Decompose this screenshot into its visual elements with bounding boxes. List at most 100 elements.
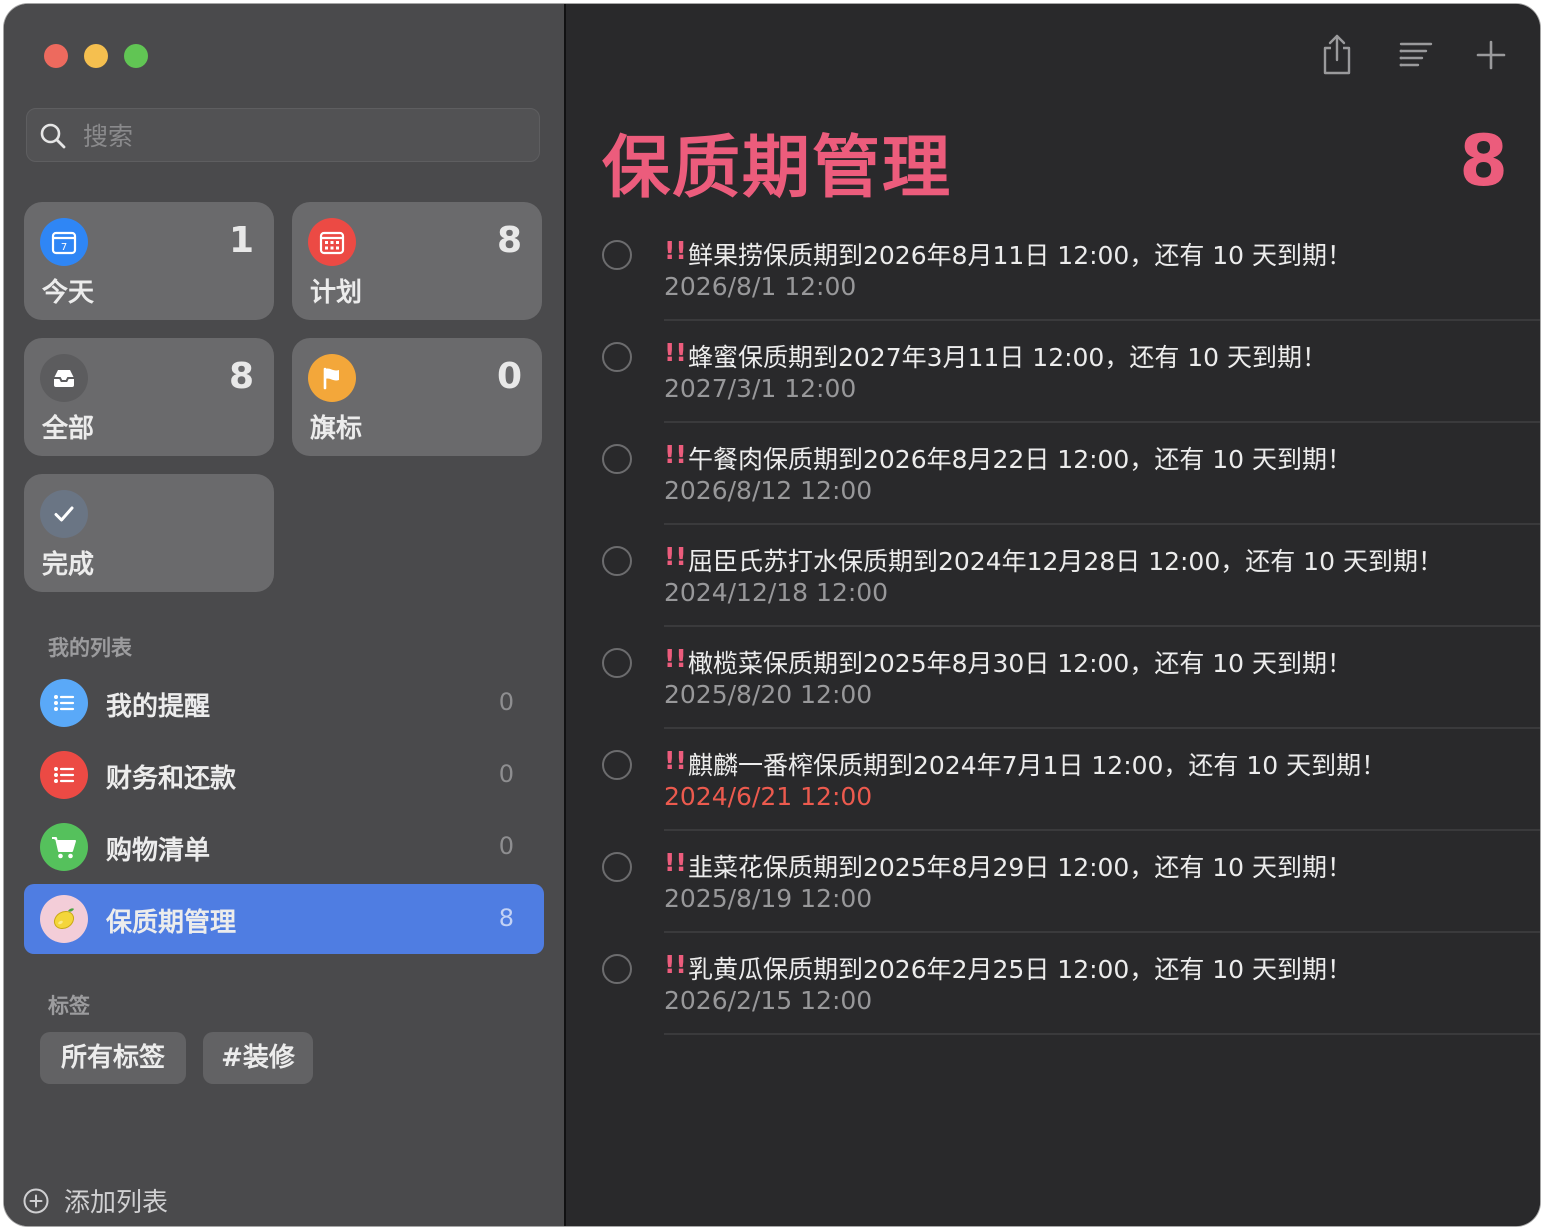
priority-marker: !! [664, 236, 687, 265]
list-label: 购物清单 [106, 836, 211, 866]
reminder-date: 2027/3/1 12:00 [664, 374, 857, 403]
reminder-item[interactable]: !! 麒麟一番榨保质期到2024年7月1日 12:00，还有 10 天到期！ 2… [566, 740, 1540, 842]
reminder-date: 2026/8/12 12:00 [664, 476, 873, 505]
close-button[interactable] [44, 44, 68, 68]
reminder-item[interactable]: !! 韭菜花保质期到2025年8月29日 12:00，还有 10 天到期！ 20… [566, 842, 1540, 944]
list-item-my-reminders[interactable]: 我的提醒 0 [24, 668, 544, 738]
calendar-grid-icon [308, 218, 356, 266]
list-count: 0 [498, 832, 514, 860]
search-box[interactable] [26, 108, 540, 163]
smart-list-today[interactable]: 7 1 今天 [24, 202, 274, 320]
share-button[interactable] [1320, 32, 1354, 80]
row-divider [664, 523, 1540, 525]
page-title: 保质期管理 [602, 129, 953, 208]
complete-checkbox[interactable] [602, 444, 632, 474]
priority-marker: !! [664, 440, 687, 469]
reminder-title[interactable]: 蜂蜜保质期到2027年3月11日 12:00，还有 10 天到期！ [688, 338, 1327, 374]
priority-marker: !! [664, 950, 687, 979]
calendar-icon: 7 [40, 218, 88, 266]
reminder-title[interactable]: 橄榄菜保质期到2025年8月30日 12:00，还有 10 天到期！ [688, 644, 1352, 680]
reminder-date: 2026/2/15 12:00 [664, 986, 873, 1015]
list-label: 保质期管理 [106, 908, 237, 938]
list-count: 0 [498, 688, 514, 716]
reminder-item[interactable]: !! 乳黄瓜保质期到2026年2月25日 12:00，还有 10 天到期！ 20… [566, 944, 1540, 1046]
row-divider [664, 931, 1540, 933]
tags-header: 标签 [48, 994, 90, 1018]
complete-checkbox[interactable] [602, 648, 632, 678]
add-list-label: 添加列表 [64, 1188, 169, 1218]
row-divider [664, 625, 1540, 627]
complete-checkbox[interactable] [602, 342, 632, 372]
reminder-item[interactable]: !! 鲜果捞保质期到2026年8月11日 12:00，还有 10 天到期！ 20… [566, 230, 1540, 332]
list-item-shopping[interactable]: 购物清单 0 [24, 812, 544, 882]
reminder-date: 2026/8/1 12:00 [664, 272, 857, 301]
reminder-title[interactable]: 乳黄瓜保质期到2026年2月25日 12:00，还有 10 天到期！ [688, 950, 1352, 986]
reminder-date: 2025/8/20 12:00 [664, 680, 873, 709]
list-bullet-icon [40, 679, 88, 727]
reminder-date: 2024/12/18 12:00 [664, 578, 889, 607]
list-item-finance[interactable]: 财务和还款 0 [24, 740, 544, 810]
add-reminder-button[interactable] [1474, 38, 1508, 76]
list-count: 8 [498, 904, 514, 932]
plus-icon [1476, 40, 1506, 70]
row-divider [664, 829, 1540, 831]
priority-marker: !! [664, 746, 687, 775]
reminder-title[interactable]: 韭菜花保质期到2025年8月29日 12:00，还有 10 天到期！ [688, 848, 1352, 884]
flagged-count: 0 [496, 356, 522, 397]
list-view-button[interactable] [1398, 40, 1434, 76]
add-list-button[interactable]: 添加列表 [22, 1182, 168, 1219]
row-divider [664, 1033, 1540, 1035]
page-count: 8 [1459, 120, 1508, 202]
reminder-title[interactable]: 鲜果捞保质期到2026年8月11日 12:00，还有 10 天到期！ [688, 236, 1352, 272]
complete-checkbox[interactable] [602, 750, 632, 780]
reminder-date: 2025/8/19 12:00 [664, 884, 873, 913]
main-pane: 保质期管理 8 !! 鲜果捞保质期到2026年8月11日 12:00，还有 10… [566, 4, 1540, 1226]
list-count: 0 [498, 760, 514, 788]
complete-checkbox[interactable] [602, 954, 632, 984]
smart-list-scheduled[interactable]: 8 计划 [292, 202, 542, 320]
cart-icon [40, 823, 88, 871]
reminder-item[interactable]: !! 午餐肉保质期到2026年8月22日 12:00，还有 10 天到期！ 20… [566, 434, 1540, 536]
smart-list-all[interactable]: 8 全部 [24, 338, 274, 456]
list-view-icon [1399, 42, 1433, 67]
reminder-title[interactable]: 午餐肉保质期到2026年8月22日 12:00，还有 10 天到期！ [688, 440, 1352, 476]
complete-checkbox[interactable] [602, 240, 632, 270]
list-item-shelf-life[interactable]: 保质期管理 8 [24, 884, 544, 954]
scheduled-count: 8 [496, 220, 522, 261]
row-divider [664, 727, 1540, 729]
flagged-label: 旗标 [310, 414, 363, 444]
complete-checkbox[interactable] [602, 546, 632, 576]
smart-list-completed[interactable]: 完成 [24, 474, 274, 592]
priority-marker: !! [664, 848, 687, 877]
lemon-icon [40, 895, 88, 943]
tray-icon [40, 354, 88, 402]
reminders-window: 7 1 今天 8 计划 [4, 4, 1540, 1226]
plus-circle-icon [23, 1188, 49, 1213]
today-label: 今天 [42, 278, 95, 308]
zoom-button[interactable] [124, 44, 148, 68]
reminder-item[interactable]: !! 屈臣氏苏打水保质期到2024年12月28日 12:00，还有 10 天到期… [566, 536, 1540, 638]
my-lists-header: 我的列表 [48, 636, 132, 660]
tag-all[interactable]: 所有标签 [40, 1032, 186, 1084]
priority-marker: !! [664, 542, 687, 571]
flag-icon [308, 354, 356, 402]
list-label: 财务和还款 [106, 764, 237, 794]
all-label: 全部 [42, 414, 95, 444]
reminder-item[interactable]: !! 蜂蜜保质期到2027年3月11日 12:00，还有 10 天到期！ 202… [566, 332, 1540, 434]
tag-renovation[interactable]: #装修 [203, 1032, 313, 1084]
today-count: 1 [228, 220, 254, 261]
row-divider [664, 319, 1540, 321]
list-bullet-icon [40, 751, 88, 799]
complete-checkbox[interactable] [602, 852, 632, 882]
reminder-title[interactable]: 麒麟一番榨保质期到2024年7月1日 12:00，还有 10 天到期！ [688, 746, 1386, 782]
share-icon [1323, 34, 1351, 75]
search-input[interactable] [81, 109, 525, 163]
reminder-title[interactable]: 屈臣氏苏打水保质期到2024年12月28日 12:00，还有 10 天到期！ [688, 542, 1443, 578]
reminder-date-overdue: 2024/6/21 12:00 [664, 782, 873, 811]
all-count: 8 [228, 356, 254, 397]
smart-list-flagged[interactable]: 0 旗标 [292, 338, 542, 456]
row-divider [664, 421, 1540, 423]
reminder-item[interactable]: !! 橄榄菜保质期到2025年8月30日 12:00，还有 10 天到期！ 20… [566, 638, 1540, 740]
minimize-button[interactable] [84, 44, 108, 68]
checkmark-icon [40, 490, 88, 538]
